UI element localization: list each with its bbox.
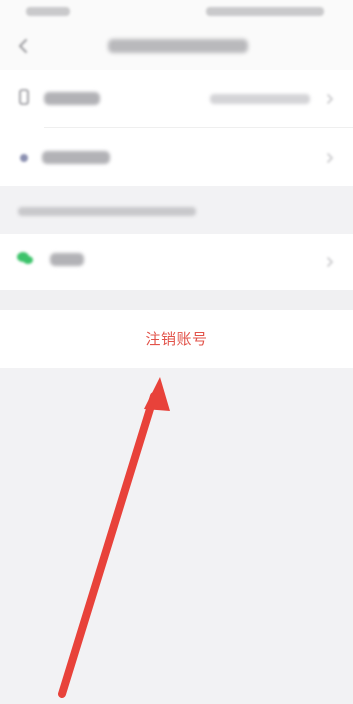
account-security-screen: 注销账号 (0, 0, 353, 704)
phone-row-value-blurred (210, 94, 310, 104)
section-gap (0, 290, 353, 310)
password-row-label-blurred (42, 151, 110, 164)
account-settings-group (0, 70, 353, 186)
navigation-bar (0, 26, 353, 70)
status-time-blurred (26, 7, 70, 16)
status-bar (0, 0, 353, 26)
linked-accounts-group (0, 234, 353, 290)
chevron-right-icon (327, 257, 334, 267)
section-header (0, 186, 353, 234)
wechat-row[interactable] (0, 234, 353, 292)
cancel-account-label: 注销账号 (145, 330, 208, 348)
phone-icon (19, 89, 29, 105)
phone-row-label-blurred (44, 92, 100, 105)
status-indicators-blurred (206, 7, 324, 16)
chevron-left-icon[interactable] (14, 36, 34, 56)
phone-number-row[interactable] (0, 70, 353, 128)
chevron-right-icon (327, 153, 334, 163)
wechat-row-label-blurred (50, 253, 84, 266)
lock-icon (20, 154, 28, 162)
chevron-right-icon (327, 94, 334, 104)
section-header-text-blurred (18, 207, 196, 216)
password-row[interactable] (0, 128, 353, 186)
page-title-blurred (108, 39, 248, 53)
cancel-account-button[interactable]: 注销账号 (0, 310, 353, 368)
wechat-icon (17, 252, 33, 264)
